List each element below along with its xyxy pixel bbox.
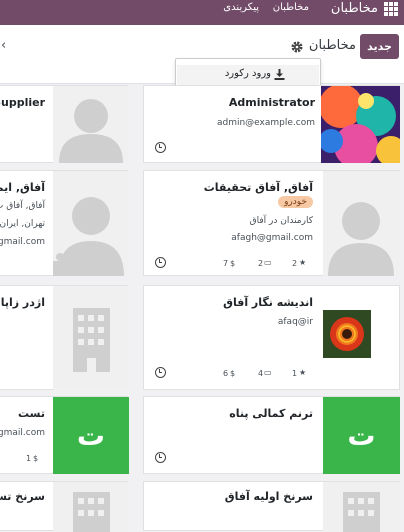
contact-name: تست [18, 407, 45, 420]
letter-avatar: ت [323, 397, 400, 474]
menu-configuration[interactable]: پیکربندی [223, 2, 259, 13]
person-avatar-icon [53, 171, 129, 276]
contact-name: اندیشه نگار آفاق [223, 296, 313, 309]
credit-card-icon[interactable]: ▭ [264, 258, 272, 267]
dollar-icon[interactable]: $ [33, 454, 38, 463]
clock-icon[interactable] [155, 257, 166, 268]
contact-card-supplier[interactable]: Supplier [0, 85, 129, 163]
avatar [321, 86, 400, 163]
contact-card-afagh-ima[interactable]: آفاق, ایما آفاق, آفاق ت تهران, ایران gma… [0, 170, 129, 276]
star-icon[interactable]: ★ [299, 258, 306, 267]
clock-icon[interactable] [155, 452, 166, 463]
contact-name: آفاق, ایما [0, 181, 45, 194]
star-count: 2 [292, 259, 298, 268]
dollar-icon[interactable]: $ [230, 259, 235, 268]
company-name: آفاق, آفاق ت [0, 201, 45, 211]
contact-card-test[interactable]: ت تست gmail.com 1 $ [0, 396, 129, 474]
letter-avatar: ت [53, 397, 129, 474]
clock-icon[interactable] [155, 367, 166, 378]
app-name[interactable]: مخاطبان [331, 1, 378, 16]
contact-card-andishe[interactable]: اندیشه نگار آفاق afaq@ir 6 $ 4 ▭ 1 ★ [143, 285, 400, 390]
money-count: 6 [223, 369, 229, 378]
menu-contacts[interactable]: مخاطبان [273, 2, 309, 13]
building-icon [323, 482, 400, 532]
contact-card-afagh[interactable]: آفاق, آفاق تحقیقات خودرو کارمندان در آفا… [143, 170, 400, 276]
building-icon [53, 482, 129, 532]
apps-grid-icon[interactable] [384, 2, 398, 16]
new-button[interactable]: جدید [360, 34, 399, 59]
person-avatar-icon [323, 171, 400, 276]
import-records-label: ورود رکورد [224, 68, 271, 79]
contact-email: admin@example.com [216, 118, 315, 128]
contact-card-administrator[interactable]: Administrator admin@example.com [143, 85, 400, 163]
contact-name: سرنخ اولیه آفاق [224, 490, 313, 503]
money-count: 1 [26, 454, 32, 463]
contact-name: سرنخ تست [0, 490, 45, 503]
contact-email: afaq@ir [277, 317, 313, 327]
contact-card-sarnakh-test[interactable]: سرنخ تست [0, 481, 129, 532]
building-icon [53, 286, 129, 390]
category-tag: خودرو [278, 196, 313, 208]
money-count: 7 [223, 259, 229, 268]
contact-name: اژدر زاپاتا [0, 296, 45, 309]
contact-name: Administrator [228, 96, 315, 109]
gear-icon[interactable] [290, 40, 304, 54]
contact-email: gmail.com [0, 428, 45, 438]
contact-name: Supplier [0, 96, 45, 109]
contact-email: afagh@gmail.com [231, 233, 313, 243]
contact-card-sarnakh[interactable]: سرنخ اولیه آفاق [143, 481, 400, 532]
person-avatar-icon [53, 86, 129, 163]
chevron-left-icon[interactable]: ‹ [1, 38, 6, 53]
contact-name: ترنم کمالی پناه [229, 407, 313, 420]
star-icon[interactable]: ★ [299, 368, 306, 377]
contact-address: تهران, ایران [0, 219, 45, 229]
contact-card-tarannom[interactable]: ت ترنم کمالی پناه [143, 396, 400, 474]
flower-avatar [323, 310, 371, 358]
dollar-icon[interactable]: $ [230, 369, 235, 378]
card-count: 4 [258, 369, 264, 378]
top-navbar: مخاطبان مخاطبان پیکربندی [0, 0, 404, 25]
credit-card-icon[interactable]: ▭ [264, 368, 272, 377]
card-count: 2 [258, 259, 264, 268]
breadcrumb: مخاطبان [308, 38, 356, 53]
contact-email: gmail.com [0, 237, 45, 247]
download-icon [274, 69, 285, 80]
job-title: کارمندان در آفاق [249, 216, 313, 226]
import-records-item[interactable]: ورود رکورد [177, 65, 319, 85]
star-count: 1 [292, 369, 298, 378]
contact-name: آفاق, آفاق تحقیقات [203, 181, 313, 194]
clock-icon[interactable] [155, 142, 166, 153]
contact-card-azhdar[interactable]: اژدر زاپاتا [0, 285, 129, 390]
